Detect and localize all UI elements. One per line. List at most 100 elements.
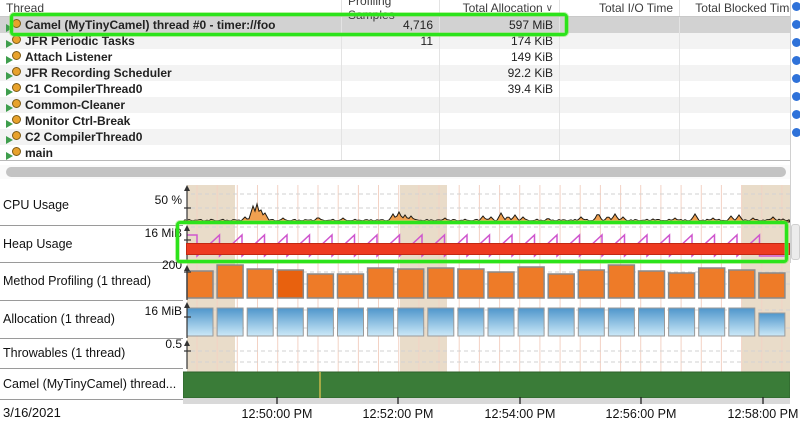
value-cell: 4,716 bbox=[342, 17, 440, 33]
value-cell bbox=[560, 129, 680, 145]
thread-icon bbox=[6, 19, 21, 32]
allocation-bar bbox=[518, 308, 544, 336]
gutter-marker-dot[interactable] bbox=[792, 20, 800, 29]
thread-table-header: Thread Profiling Samples Total Allocatio… bbox=[0, 0, 800, 17]
time-range-selector-bar[interactable] bbox=[186, 243, 790, 255]
allocation-bar bbox=[217, 308, 243, 336]
allocation-bar bbox=[729, 308, 755, 336]
allocation-bar bbox=[699, 308, 725, 336]
scrollbar-thumb[interactable] bbox=[6, 167, 786, 177]
thread-name: Attach Listener bbox=[25, 50, 112, 64]
method-profiling-bar bbox=[488, 272, 514, 298]
thread-row[interactable]: JFR Recording Scheduler92.2 KiB bbox=[0, 65, 800, 81]
column-header-total-blocked-time[interactable]: Total Blocked Time bbox=[680, 0, 800, 16]
thread-row[interactable]: Monitor Ctrl-Break bbox=[0, 113, 800, 129]
thread-name-cell: main bbox=[0, 145, 342, 161]
column-header-total-allocation[interactable]: Total Allocation ∨ bbox=[440, 0, 560, 16]
method-profiling-bar bbox=[277, 270, 303, 298]
method-profiling-bar bbox=[458, 269, 484, 298]
time-tick-label: 12:52:00 PM bbox=[363, 407, 434, 421]
gutter-marker-dot[interactable] bbox=[792, 38, 800, 47]
gutter-marker-dot[interactable] bbox=[792, 128, 800, 137]
track-label-row-1[interactable]: CPU Usage50 % bbox=[0, 185, 183, 226]
thread-row[interactable]: main bbox=[0, 145, 800, 161]
thread-name: Monitor Ctrl-Break bbox=[25, 114, 130, 128]
allocation-bar bbox=[277, 308, 303, 336]
value-cell bbox=[440, 145, 560, 161]
thread-name: C1 CompilerThread0 bbox=[25, 82, 142, 96]
gutter-marker-dot[interactable] bbox=[792, 92, 800, 101]
thread-row[interactable]: Attach Listener 149 KiB bbox=[0, 49, 800, 65]
track-axis-tick-label: 16 MiB bbox=[145, 304, 182, 318]
column-header-profiling-samples[interactable]: Profiling Samples bbox=[342, 0, 440, 16]
track-axis-tick-label: 200 bbox=[162, 258, 182, 272]
gutter-marker-dot[interactable] bbox=[792, 74, 800, 83]
time-tick-label: 12:56:00 PM bbox=[606, 407, 677, 421]
method-profiling-bar bbox=[247, 269, 273, 298]
thread-row[interactable]: JFR Periodic Tasks11174 KiB bbox=[0, 33, 800, 49]
scrollbar-corner bbox=[791, 224, 800, 260]
column-header-total-io-time[interactable]: Total I/O Time bbox=[560, 0, 680, 16]
gutter-marker-dot[interactable] bbox=[792, 110, 800, 119]
thread-name: JFR Periodic Tasks bbox=[25, 34, 135, 48]
track-axis-tick-label: 16 MiB bbox=[145, 226, 182, 240]
allocation-bar bbox=[307, 308, 333, 336]
thread-icon bbox=[6, 83, 21, 96]
column-header-thread[interactable]: Thread bbox=[0, 0, 342, 16]
thread-row[interactable]: C1 CompilerThread0 39.4 KiB bbox=[0, 81, 800, 97]
thread-icon bbox=[6, 35, 21, 48]
gutter-marker-dot[interactable] bbox=[792, 56, 800, 65]
thread-table: Thread Profiling Samples Total Allocatio… bbox=[0, 0, 800, 161]
thread-row[interactable]: C2 CompilerThread0 bbox=[0, 129, 800, 145]
thread-row[interactable]: Common-Cleaner bbox=[0, 97, 800, 113]
value-cell: 174 KiB bbox=[440, 33, 560, 49]
value-cell bbox=[342, 97, 440, 113]
profiler-window: Thread Profiling Samples Total Allocatio… bbox=[0, 0, 800, 446]
method-profiling-bar bbox=[398, 269, 424, 298]
value-cell bbox=[680, 97, 800, 113]
value-cell bbox=[680, 17, 800, 33]
table-horizontal-scrollbar[interactable] bbox=[0, 165, 800, 179]
track-label-row-4[interactable]: Allocation (1 thread)16 MiB bbox=[0, 301, 183, 339]
value-cell: 149 KiB bbox=[440, 49, 560, 65]
method-profiling-bar bbox=[307, 274, 333, 298]
sort-descending-icon: ∨ bbox=[546, 3, 553, 14]
method-profiling-bar bbox=[759, 273, 785, 298]
value-cell bbox=[440, 129, 560, 145]
thread-name-cell: C1 CompilerThread0 bbox=[0, 81, 342, 97]
thread-state-band bbox=[183, 372, 790, 398]
thread-name-cell: C2 CompilerThread0 bbox=[0, 129, 342, 145]
value-cell: 597 MiB bbox=[440, 17, 560, 33]
timeline-panel: CPU Usage50 % Heap Usage 16 MiB Method Prof… bbox=[0, 183, 800, 446]
thread-row[interactable]: Camel (MyTinyCamel) thread #0 - timer://… bbox=[0, 17, 800, 33]
track-label-row-6[interactable]: Camel (MyTinyCamel) thread... bbox=[0, 369, 183, 400]
allocation-bar bbox=[639, 308, 665, 336]
value-cell bbox=[680, 81, 800, 97]
value-cell bbox=[680, 129, 800, 145]
value-cell bbox=[680, 145, 800, 161]
allocation-bar bbox=[398, 308, 424, 336]
track-label: Heap Usage bbox=[3, 237, 73, 251]
allocation-bar bbox=[368, 308, 394, 336]
allocation-bar bbox=[669, 308, 695, 336]
value-cell bbox=[342, 49, 440, 65]
gutter-marker-dot[interactable] bbox=[792, 2, 800, 11]
value-cell bbox=[680, 33, 800, 49]
track-label-row-3[interactable]: Method Profiling (1 thread)200 bbox=[0, 263, 183, 301]
thread-icon bbox=[6, 67, 21, 80]
method-profiling-bar bbox=[338, 274, 364, 298]
track-label-row-2[interactable]: Heap Usage 16 MiB bbox=[0, 226, 183, 263]
thread-icon bbox=[6, 147, 21, 160]
value-cell: 39.4 KiB bbox=[440, 81, 560, 97]
method-profiling-bar bbox=[548, 274, 574, 298]
thread-name-cell: Common-Cleaner bbox=[0, 97, 342, 113]
value-cell bbox=[342, 81, 440, 97]
method-profiling-bar bbox=[518, 267, 544, 298]
value-cell bbox=[560, 145, 680, 161]
value-cell: 92.2 KiB bbox=[440, 65, 560, 81]
track-label-row-5[interactable]: Throwables (1 thread)0.5 bbox=[0, 339, 183, 369]
thread-icon bbox=[6, 51, 21, 64]
thread-name-cell: Monitor Ctrl-Break bbox=[0, 113, 342, 129]
allocation-bar bbox=[428, 308, 454, 336]
method-profiling-bar bbox=[669, 273, 695, 298]
